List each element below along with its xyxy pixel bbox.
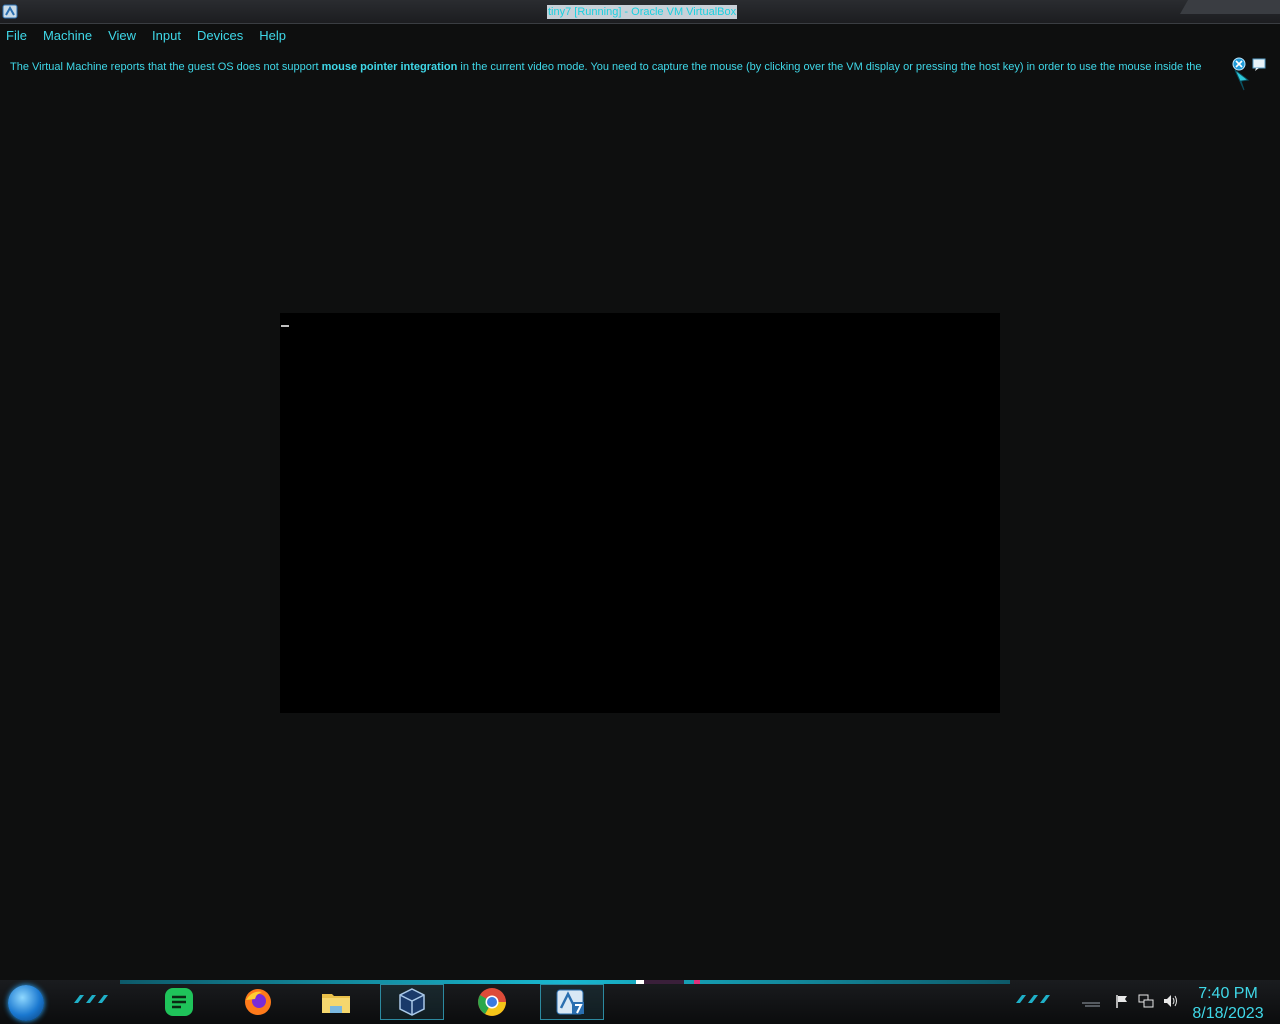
menu-file[interactable]: File xyxy=(6,28,27,43)
taskbar-chevron-decoration xyxy=(74,995,108,1003)
start-orb-icon[interactable] xyxy=(8,985,44,1021)
clock-time: 7:40 PM xyxy=(1198,985,1258,1002)
taskbar-clock[interactable]: 7:40 PM 8/18/2023 xyxy=(1186,984,1270,1024)
menu-devices[interactable]: Devices xyxy=(197,28,243,43)
window-title: tiny7 [Running] - Oracle VM VirtualBox xyxy=(547,5,738,19)
menu-machine[interactable]: Machine xyxy=(43,28,92,43)
chrome-icon[interactable] xyxy=(476,986,508,1018)
notice-text-before: The Virtual Machine reports that the gue… xyxy=(10,61,322,73)
text-cursor xyxy=(281,325,289,327)
title-bar-decoration xyxy=(1180,0,1280,14)
close-notice-icon[interactable] xyxy=(1232,57,1246,71)
taskbar-chevron-decoration-right xyxy=(1016,995,1050,1003)
virtualbox-icon[interactable] xyxy=(396,986,428,1018)
show-hidden-icon[interactable] xyxy=(1080,993,1102,1009)
notes-app-icon[interactable] xyxy=(163,986,195,1018)
virtualbox-vm-tiny7-icon[interactable] xyxy=(555,986,587,1018)
menu-input[interactable]: Input xyxy=(152,28,181,43)
firefox-icon[interactable] xyxy=(242,986,274,1018)
mouse-capture-icon xyxy=(1234,69,1250,91)
network-icon[interactable] xyxy=(1138,993,1154,1009)
file-explorer-icon[interactable] xyxy=(320,986,352,1018)
action-center-flag-icon[interactable] xyxy=(1114,993,1130,1009)
menu-view[interactable]: View xyxy=(108,28,136,43)
volume-icon[interactable] xyxy=(1162,993,1178,1009)
menu-bar: File Machine View Input Devices Help xyxy=(0,24,1280,46)
toggle-notice-icon[interactable] xyxy=(1252,58,1266,71)
notice-bold-text: mouse pointer integration xyxy=(321,61,458,73)
vm-display[interactable] xyxy=(280,313,1000,713)
title-bar[interactable]: tiny7 [Running] - Oracle VM VirtualBox xyxy=(0,0,1280,24)
menu-help[interactable]: Help xyxy=(259,28,286,43)
mouse-integration-notice: The Virtual Machine reports that the gue… xyxy=(10,59,1220,75)
virtualbox-window-icon[interactable] xyxy=(2,3,20,21)
notice-text-after: in the current video mode. You need to c… xyxy=(457,61,1202,73)
taskbar-progress-marks xyxy=(636,980,706,984)
notice-icons xyxy=(1232,57,1266,91)
clock-date: 8/18/2023 xyxy=(1192,1005,1264,1022)
